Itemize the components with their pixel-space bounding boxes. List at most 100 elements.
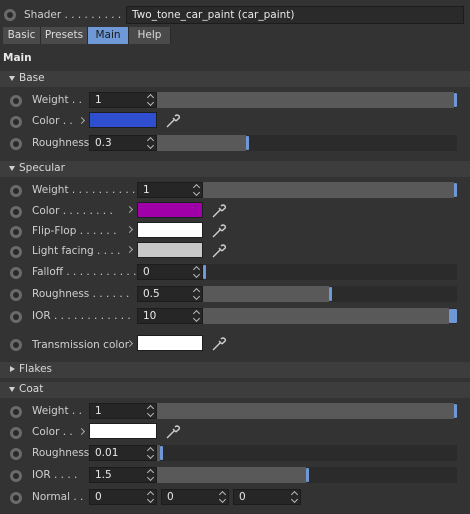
specular-ior-toggle[interactable] [10, 311, 22, 323]
coat-roughness-toggle[interactable] [10, 448, 22, 460]
spinner-icon[interactable] [147, 469, 154, 481]
base-roughness-input[interactable]: 0.3 [89, 135, 157, 151]
expand-down-icon [9, 166, 15, 171]
eyedropper-icon[interactable] [210, 335, 228, 353]
spinner-icon[interactable] [193, 310, 200, 322]
section-specular-header[interactable]: Specular [0, 161, 470, 177]
coat-normal-z-input[interactable]: 0 [233, 489, 301, 505]
spinner-icon[interactable] [147, 137, 154, 149]
lightfacing-label: Light facing . . . . [32, 245, 121, 257]
spinner-icon[interactable] [219, 491, 226, 503]
specular-color-toggle[interactable] [10, 206, 22, 218]
spinner-icon[interactable] [193, 288, 200, 300]
coat-normal-x-input[interactable]: 0 [89, 489, 157, 505]
falloff-slider[interactable] [203, 264, 457, 280]
expand-down-icon [9, 76, 15, 81]
specular-weight-input[interactable]: 1 [137, 182, 203, 198]
specular-weight-label: Weight . . . . . . . . . . [32, 184, 136, 196]
eyedropper-icon[interactable] [210, 242, 228, 260]
specular-color-swatch[interactable] [137, 202, 203, 218]
section-flakes-header[interactable]: Flakes [0, 362, 470, 378]
tab-main-label: Main [95, 29, 121, 41]
base-weight-slider[interactable] [157, 92, 457, 108]
section-base-header[interactable]: Base [0, 71, 470, 87]
base-roughness-label: Roughness [32, 137, 90, 149]
tab-help[interactable]: Help [129, 27, 171, 44]
coat-weight-input[interactable]: 1 [89, 403, 157, 419]
section-coat-label: Coat [19, 383, 44, 395]
coat-ior-toggle[interactable] [10, 470, 22, 482]
specular-color-label: Color . . . . . . . . [32, 205, 113, 217]
base-roughness-toggle[interactable] [10, 138, 22, 150]
coat-roughness-value: 0.01 [95, 447, 119, 459]
specular-weight-slider[interactable] [203, 182, 457, 198]
falloff-label: Falloff . . . . . . . . . . . [32, 266, 137, 278]
spinner-icon[interactable] [193, 266, 200, 278]
base-weight-input[interactable]: 1 [89, 92, 157, 108]
coat-ior-value: 1.5 [95, 469, 112, 481]
base-roughness-slider[interactable] [157, 135, 457, 151]
transmission-swatch[interactable] [137, 335, 203, 351]
base-weight-toggle[interactable] [10, 95, 22, 107]
section-coat-header[interactable]: Coat [0, 382, 470, 398]
tab-main[interactable]: Main [88, 27, 129, 44]
chevron-right-icon[interactable] [77, 427, 86, 436]
expand-right-icon [10, 366, 15, 372]
shader-dropdown[interactable]: Two_tone_car_paint (car_paint) [126, 6, 464, 24]
coat-ior-input[interactable]: 1.5 [89, 467, 157, 483]
specular-roughness-input[interactable]: 0.5 [137, 286, 203, 302]
base-color-swatch[interactable] [89, 112, 157, 128]
specular-weight-toggle[interactable] [10, 185, 22, 197]
spinner-icon[interactable] [147, 491, 154, 503]
eyedropper-icon[interactable] [210, 222, 228, 240]
eyedropper-icon[interactable] [164, 112, 182, 130]
coat-normal-y-value: 0 [167, 491, 174, 503]
coat-roughness-input[interactable]: 0.01 [89, 445, 157, 461]
coat-weight-slider[interactable] [157, 403, 457, 419]
chevron-right-icon[interactable] [77, 116, 86, 125]
base-weight-value: 1 [95, 94, 102, 106]
lightfacing-swatch[interactable] [137, 242, 203, 258]
shader-dropdown-value: Two_tone_car_paint (car_paint) [132, 9, 295, 21]
specular-ior-slider[interactable] [203, 308, 457, 324]
specular-roughness-slider[interactable] [203, 286, 457, 302]
spinner-icon[interactable] [193, 184, 200, 196]
spinner-icon[interactable] [147, 447, 154, 459]
eyedropper-icon[interactable] [164, 423, 182, 441]
flipflop-toggle[interactable] [10, 226, 22, 238]
falloff-value: 0 [143, 266, 150, 278]
coat-normal-y-input[interactable]: 0 [161, 489, 229, 505]
expand-down-icon [9, 387, 15, 392]
specular-roughness-label: Roughness . . . . . . [32, 288, 130, 300]
eyedropper-icon[interactable] [210, 202, 228, 220]
specular-roughness-toggle[interactable] [10, 289, 22, 301]
base-color-toggle[interactable] [10, 116, 22, 128]
coat-color-toggle[interactable] [10, 427, 22, 439]
coat-ior-slider[interactable] [157, 467, 457, 483]
chevron-right-icon[interactable] [125, 225, 134, 234]
coat-weight-toggle[interactable] [10, 406, 22, 418]
chevron-right-icon[interactable] [125, 205, 134, 214]
shader-toggle[interactable] [4, 9, 16, 21]
tab-basic[interactable]: Basic [3, 27, 41, 44]
falloff-toggle[interactable] [10, 267, 22, 279]
falloff-input[interactable]: 0 [137, 264, 203, 280]
tab-presets[interactable]: Presets [41, 27, 88, 44]
coat-color-swatch[interactable] [89, 423, 157, 439]
flipflop-swatch[interactable] [137, 222, 203, 238]
section-specular-label: Specular [19, 162, 65, 174]
base-roughness-value: 0.3 [95, 137, 112, 149]
coat-normal-toggle[interactable] [10, 492, 22, 504]
specular-ior-value: 10 [143, 310, 157, 322]
specular-ior-input[interactable]: 10 [137, 308, 203, 324]
spinner-icon[interactable] [291, 491, 298, 503]
transmission-toggle[interactable] [10, 339, 22, 351]
chevron-right-icon[interactable] [125, 245, 134, 254]
spinner-icon[interactable] [147, 405, 154, 417]
coat-normal-label: Normal . . [32, 491, 84, 503]
base-weight-label: Weight . . [32, 94, 82, 106]
specular-roughness-value: 0.5 [143, 288, 160, 300]
coat-roughness-slider[interactable] [157, 445, 457, 461]
spinner-icon[interactable] [147, 94, 154, 106]
lightfacing-toggle[interactable] [10, 246, 22, 258]
